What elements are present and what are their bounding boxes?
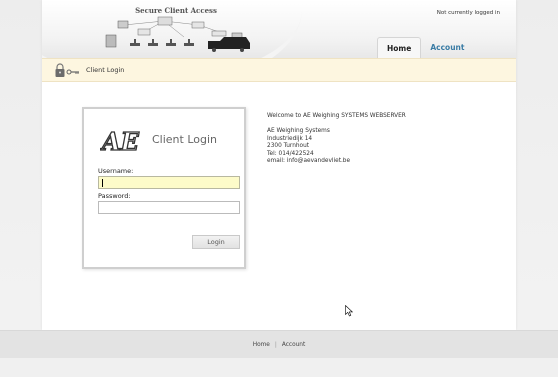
ae-logo: AE [100,126,140,156]
company-address: AE Weighing Systems Industriedijk 14 230… [267,128,350,166]
username-label: Username: [98,167,134,175]
tab-home[interactable]: Home [377,37,422,58]
main-tabs: Home Account [377,37,473,58]
footer-separator: | [274,342,277,348]
tab-account[interactable]: Account [421,37,473,58]
password-input[interactable] [98,201,240,214]
footer-link-account[interactable]: Account [282,342,305,348]
site-header: Secure Client Access Not currently logge… [42,0,516,58]
breadcrumb-label: Client Login [86,66,125,74]
address-line: 2300 Turnhout [267,143,310,150]
address-line: Industriedijk 14 [267,135,313,142]
email-link[interactable]: email: info@aevandevliet.be [267,158,350,166]
footer-bottom [0,358,558,377]
footer-link-home[interactable]: Home [253,342,270,348]
login-button[interactable]: Login [192,235,240,249]
key-lock-icon [55,63,79,77]
breadcrumb: Client Login [42,58,516,82]
login-status: Not currently logged in [436,10,500,16]
text-caret [102,179,103,187]
network-diagram-logo [105,16,250,52]
address-line: Tel: 014/422524 [267,150,314,157]
login-title: Client Login [152,133,218,146]
footer-links: Home | Account [0,342,558,348]
address-line: AE Weighing Systems [267,128,330,134]
logo-title: Secure Client Access [135,6,217,15]
login-panel: AE Client Login Username: Password: Logi… [82,107,246,269]
username-input[interactable] [98,176,240,189]
welcome-text: Welcome to AE Weighing SYSTEMS WEBSERVER [267,113,406,119]
password-label: Password: [98,192,131,200]
svg-text:AE: AE [100,127,140,156]
site-footer: Home | Account [0,330,558,358]
mouse-pointer-icon [345,305,353,317]
